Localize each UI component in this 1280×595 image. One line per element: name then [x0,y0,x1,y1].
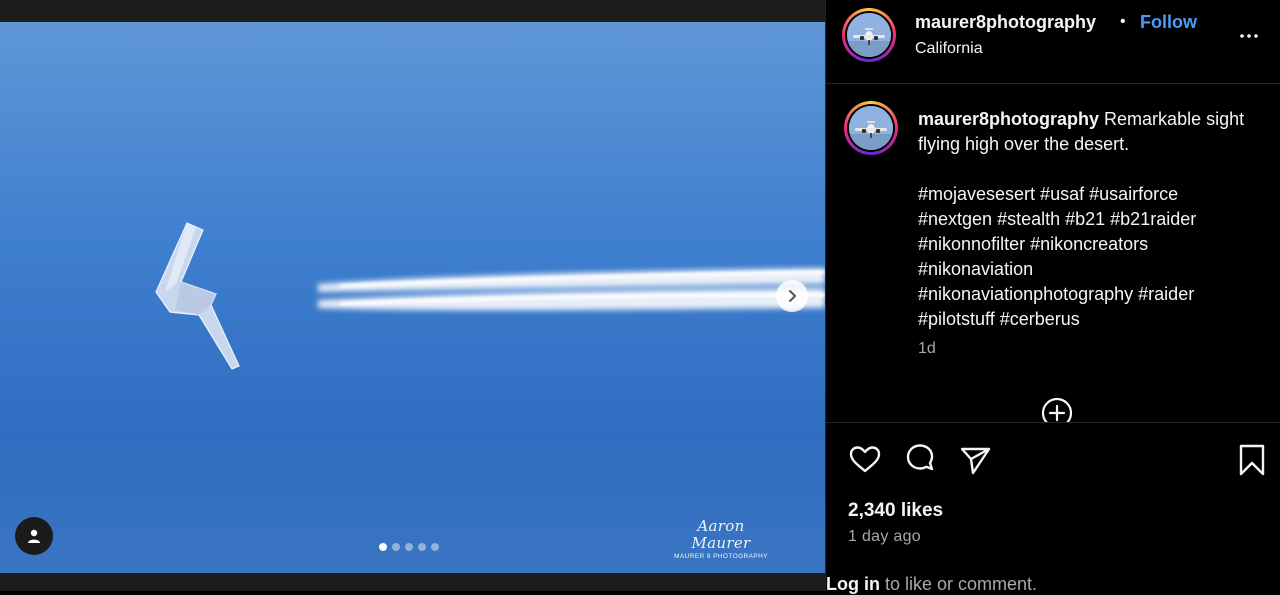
carousel-dot[interactable] [392,543,400,551]
bookmark-icon [1239,444,1265,476]
carousel-dot[interactable] [405,543,413,551]
follow-button[interactable]: Follow [1140,12,1197,33]
tagged-users-button[interactable] [15,517,53,555]
load-more-comments-button[interactable] [1041,397,1073,422]
airplane-avatar-icon [847,13,891,57]
watermark-name: Aaron Maurer [691,517,751,552]
post-date[interactable]: 1 day ago [848,528,921,546]
media-frame: Aaron Maurer MAURER 8 PHOTOGRAPHY [0,0,825,591]
likes-count[interactable]: 2,340 likes [848,500,943,522]
watermark-subtitle: MAURER 8 PHOTOGRAPHY [674,553,768,560]
heart-icon [849,446,881,473]
comment-button[interactable] [903,443,937,477]
share-button[interactable] [958,443,992,477]
caption-hashtags[interactable]: #mojavesesert #usaf #usairforce #nextgen… [918,182,1253,332]
like-button[interactable] [848,443,882,477]
caption-username-link[interactable]: maurer8photography [918,109,1099,129]
more-options-button[interactable] [1237,24,1261,48]
carousel-dot[interactable] [418,543,426,551]
login-prompt-text: to like or comment. [879,574,1038,594]
post-header: maurer8photography • Follow California [826,0,1280,84]
airplane-avatar-icon [849,106,893,150]
paper-plane-icon [960,447,991,475]
post-caption: maurer8photography Remarkable sight flyi… [918,107,1253,332]
location-link[interactable]: California [915,40,983,58]
plus-circle-icon [1041,397,1073,422]
caption-avatar[interactable] [844,101,898,155]
comments-section: maurer8photography Remarkable sight flyi… [826,84,1280,422]
post-photo[interactable]: Aaron Maurer MAURER 8 PHOTOGRAPHY [0,22,825,573]
carousel-dot[interactable] [431,543,439,551]
aircraft [155,222,240,370]
post-actions: 2,340 likes 1 day ago Log in to like or … [826,422,1280,595]
carousel-dots [379,543,439,551]
save-button[interactable] [1235,443,1269,477]
carousel-dot-active[interactable] [379,543,387,551]
person-icon [28,529,40,543]
caption-timestamp[interactable]: 1d [918,340,936,358]
chevron-right-icon [789,290,796,302]
comment-icon [906,444,934,471]
header-separator: • [1120,13,1126,30]
login-prompt: Log in to like or comment. [826,574,1037,595]
avatar[interactable] [842,8,896,62]
carousel-next-button[interactable] [776,280,808,312]
post-side-panel: maurer8photography • Follow California m… [825,0,1280,595]
photo-watermark: Aaron Maurer MAURER 8 PHOTOGRAPHY [668,518,774,561]
more-horizontal-icon [1240,34,1258,38]
header-username-link[interactable]: maurer8photography [915,12,1096,33]
photo-illustration [155,222,825,370]
login-link[interactable]: Log in [826,574,880,594]
